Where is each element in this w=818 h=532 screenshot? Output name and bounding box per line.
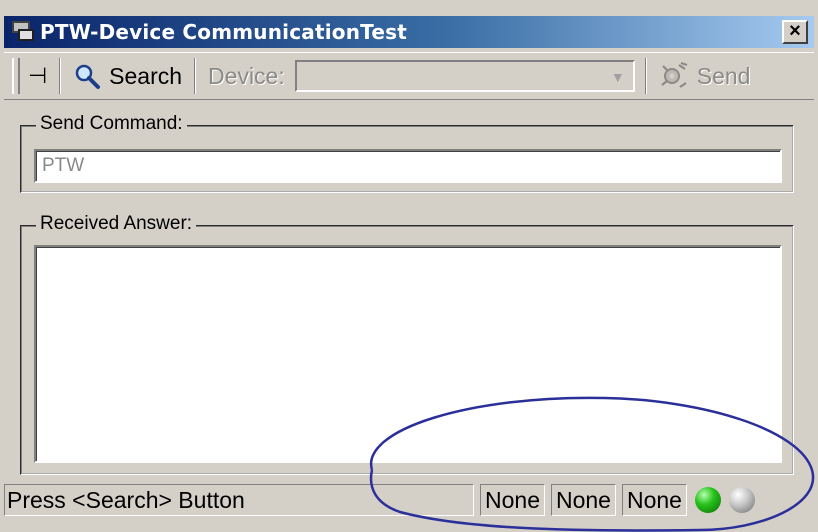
send-command-group: Send Command: PTW: [20, 113, 794, 193]
status-led-green-icon: [694, 487, 721, 513]
status-cell-1: None: [480, 484, 545, 516]
close-button[interactable]: ×: [782, 20, 808, 44]
received-answer-group: Received Answer:: [20, 213, 794, 475]
app-icon: [10, 19, 36, 45]
search-button[interactable]: Search: [65, 57, 190, 95]
toolbar-separator: [59, 58, 62, 94]
send-command-label: Send Command:: [36, 113, 187, 135]
received-answer-textarea[interactable]: [34, 245, 782, 463]
search-icon: [75, 64, 101, 89]
send-command-input[interactable]: PTW: [34, 149, 782, 183]
toolbar-separator: [194, 58, 197, 94]
device-label: Device:: [208, 62, 285, 89]
chevron-down-icon[interactable]: ▼: [607, 66, 629, 88]
toolbar-grip[interactable]: [12, 58, 20, 94]
pin-icon: ⊣: [28, 63, 48, 89]
pin-button[interactable]: ⊣: [20, 57, 55, 95]
title-bar[interactable]: PTW-Device CommunicationTest ×: [4, 16, 814, 48]
window-title: PTW-Device CommunicationTest: [40, 20, 407, 44]
status-cell-3: None: [621, 484, 687, 516]
send-icon: [661, 61, 688, 88]
received-answer-label: Received Answer:: [36, 213, 197, 235]
search-button-label: Search: [109, 62, 183, 89]
toolbar: ⊣ Search Device: ▼ Send: [4, 52, 814, 100]
status-led-gray-icon: [728, 487, 755, 513]
send-button-label: Send: [696, 62, 751, 89]
status-message: Press <Search> Button: [4, 484, 474, 516]
device-select[interactable]: ▼: [294, 60, 635, 92]
status-cell-2: None: [550, 484, 616, 516]
send-button[interactable]: Send: [651, 57, 759, 95]
toolbar-separator: [644, 58, 647, 94]
app-window: PTW-Device CommunicationTest × ⊣ Search …: [0, 0, 818, 532]
status-bar: Press <Search> Button None None None: [4, 482, 814, 518]
